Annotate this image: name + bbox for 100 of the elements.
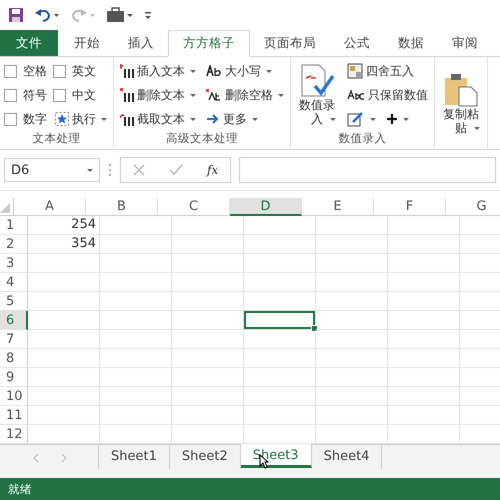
- ribbon-button[interactable]: 执行: [53, 109, 109, 129]
- table-cell[interactable]: [172, 311, 244, 330]
- table-cell[interactable]: [100, 368, 172, 387]
- table-cell[interactable]: [388, 349, 460, 368]
- insert-function-button[interactable]: fx: [207, 163, 218, 177]
- select-all-corner[interactable]: [0, 198, 14, 216]
- table-cell[interactable]: [100, 330, 172, 349]
- column-header[interactable]: B: [86, 198, 158, 216]
- confirm-icon[interactable]: [169, 164, 183, 176]
- column-header[interactable]: F: [374, 198, 446, 216]
- row-header[interactable]: 11: [0, 406, 28, 425]
- column-header[interactable]: D: [230, 198, 302, 216]
- ribbon-button[interactable]: 删除空格: [204, 85, 286, 105]
- scroll-left-icon[interactable]: [32, 453, 40, 463]
- row-header[interactable]: 10: [0, 387, 28, 406]
- table-cell[interactable]: [316, 387, 388, 406]
- sheet-tab[interactable]: Sheet3: [240, 444, 312, 468]
- table-cell[interactable]: [172, 368, 244, 387]
- ribbon-tab[interactable]: 文件: [0, 30, 58, 56]
- table-cell[interactable]: [388, 235, 460, 254]
- table-cell[interactable]: [28, 368, 100, 387]
- table-cell[interactable]: [316, 292, 388, 311]
- table-cell[interactable]: [388, 254, 460, 273]
- ribbon-tab[interactable]: 数据: [384, 30, 438, 56]
- table-cell[interactable]: [316, 273, 388, 292]
- ribbon-large-button[interactable]: 数值录入: [295, 62, 339, 128]
- sheet-tab[interactable]: Sheet4: [312, 445, 382, 469]
- table-cell[interactable]: [244, 235, 316, 254]
- table-cell[interactable]: [28, 330, 100, 349]
- table-cell[interactable]: 354: [28, 235, 100, 254]
- table-cell[interactable]: [100, 349, 172, 368]
- table-cell[interactable]: [388, 311, 460, 330]
- redo-icon[interactable]: [70, 7, 96, 23]
- name-box[interactable]: D6: [4, 158, 100, 182]
- table-cell[interactable]: [172, 273, 244, 292]
- table-cell[interactable]: [172, 349, 244, 368]
- column-header[interactable]: G: [446, 198, 500, 216]
- table-cell[interactable]: [100, 216, 172, 235]
- checkbox[interactable]: [4, 64, 17, 78]
- checkbox-option[interactable]: 数字: [4, 109, 47, 129]
- table-cell[interactable]: [316, 254, 388, 273]
- table-cell[interactable]: [100, 387, 172, 406]
- table-cell[interactable]: 254: [28, 216, 100, 235]
- table-cell[interactable]: [172, 235, 244, 254]
- table-cell[interactable]: [28, 387, 100, 406]
- table-cell[interactable]: [244, 406, 316, 425]
- table-cell[interactable]: [388, 273, 460, 292]
- table-cell[interactable]: [316, 368, 388, 387]
- table-cell[interactable]: [388, 406, 460, 425]
- ribbon-button[interactable]: 四舍五入: [345, 61, 430, 81]
- table-cell[interactable]: [388, 292, 460, 311]
- table-cell[interactable]: [28, 254, 100, 273]
- table-cell[interactable]: [244, 330, 316, 349]
- ribbon-tab[interactable]: 页面布局: [250, 30, 330, 56]
- table-cell[interactable]: [172, 387, 244, 406]
- ribbon-tab[interactable]: 公式: [330, 30, 384, 56]
- table-cell[interactable]: [244, 216, 316, 235]
- row-header[interactable]: 8: [0, 349, 28, 368]
- ribbon-button[interactable]: 截取文本: [118, 109, 198, 129]
- sheet-tab[interactable]: Sheet1: [99, 445, 170, 469]
- table-cell[interactable]: [100, 254, 172, 273]
- ribbon-button[interactable]: 插入文本: [118, 61, 198, 81]
- table-cell[interactable]: [100, 235, 172, 254]
- ribbon-tab[interactable]: 开始: [60, 30, 114, 56]
- ribbon-button[interactable]: 删除文本: [118, 85, 198, 105]
- table-cell[interactable]: [28, 406, 100, 425]
- table-cell[interactable]: [244, 349, 316, 368]
- checkbox-option[interactable]: 空格: [4, 61, 47, 81]
- active-cell[interactable]: [244, 311, 316, 330]
- table-cell[interactable]: [316, 349, 388, 368]
- table-cell[interactable]: [172, 254, 244, 273]
- row-header[interactable]: 4: [0, 273, 28, 292]
- table-cell[interactable]: [28, 292, 100, 311]
- checkbox[interactable]: [4, 88, 17, 102]
- ribbon-tab[interactable]: 插入: [114, 30, 168, 56]
- checkbox-option[interactable]: 符号: [4, 85, 47, 105]
- save-icon[interactable]: [8, 7, 24, 23]
- ribbon-large-button[interactable]: 复制粘贴: [439, 71, 483, 137]
- table-cell[interactable]: [388, 387, 460, 406]
- table-cell[interactable]: [100, 406, 172, 425]
- table-cell[interactable]: [244, 273, 316, 292]
- table-cell[interactable]: [316, 216, 388, 235]
- table-cell[interactable]: [172, 216, 244, 235]
- table-cell[interactable]: [28, 273, 100, 292]
- checkbox[interactable]: [53, 64, 66, 78]
- table-cell[interactable]: [316, 406, 388, 425]
- column-header[interactable]: E: [302, 198, 374, 216]
- row-header[interactable]: 7: [0, 330, 28, 349]
- table-cell[interactable]: [316, 235, 388, 254]
- table-cell[interactable]: [100, 311, 172, 330]
- table-cell[interactable]: [28, 349, 100, 368]
- cancel-icon[interactable]: [133, 164, 145, 176]
- table-cell[interactable]: [316, 330, 388, 349]
- row-header[interactable]: 3: [0, 254, 28, 273]
- edit-button[interactable]: [345, 109, 378, 129]
- checkbox-option[interactable]: 中文: [53, 85, 109, 105]
- table-cell[interactable]: [172, 406, 244, 425]
- row-header[interactable]: 9: [0, 368, 28, 387]
- row-header[interactable]: 6: [0, 311, 28, 330]
- table-cell[interactable]: [244, 254, 316, 273]
